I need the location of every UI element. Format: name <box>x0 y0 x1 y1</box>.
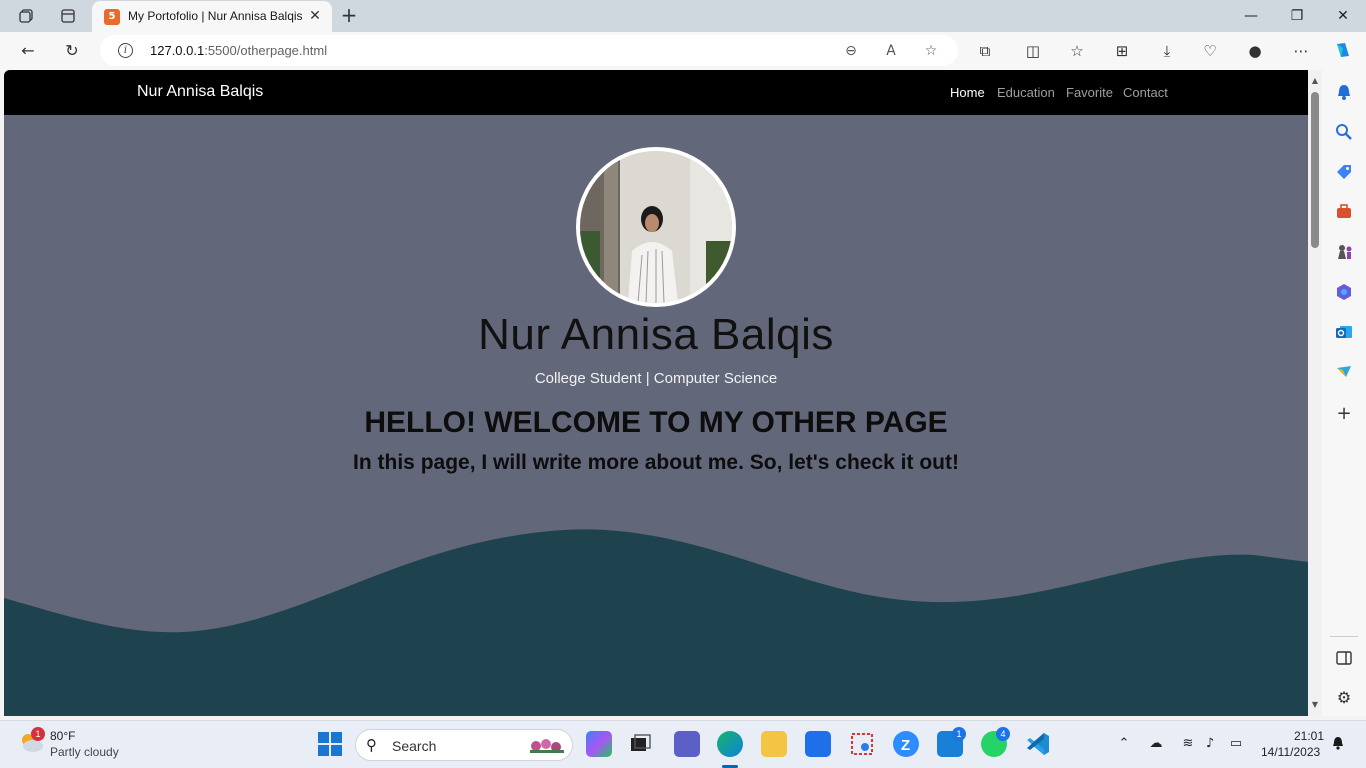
favorite-star-icon[interactable]: ☆ <box>921 41 941 61</box>
taskbar-search-box[interactable]: ⚲ Search <box>355 729 573 761</box>
snipping-tool-icon[interactable] <box>849 731 875 757</box>
welcome-heading: HELLO! WELCOME TO MY OTHER PAGE <box>364 406 948 439</box>
address-bar[interactable]: i 127.0.0.1:5500/otherpage.html ⊖ A ☆ <box>100 35 958 66</box>
edge-sidebar: + ⚙ <box>1322 70 1366 716</box>
minimize-button[interactable]: — <box>1236 4 1266 28</box>
more-options-icon[interactable]: ⋯ <box>1289 40 1313 62</box>
vscode-app-icon[interactable] <box>1025 731 1051 757</box>
battery-icon[interactable]: ▭ <box>1227 735 1245 753</box>
vertical-scrollbar[interactable]: ▲ ▼ <box>1308 70 1322 716</box>
favicon-icon: 5 <box>104 9 120 25</box>
scroll-down-arrow[interactable]: ▼ <box>1310 700 1320 710</box>
site-navbar: Nur Annisa Balqis Home Education Favorit… <box>4 70 1308 115</box>
games-icon[interactable] <box>1334 242 1354 262</box>
taskbar: 1 80°F Partly cloudy ⚲ Search Z 1 4 ⌃ ☁ … <box>0 720 1366 768</box>
read-aloud-icon[interactable]: A <box>881 41 901 61</box>
site-brand[interactable]: Nur Annisa Balqis <box>137 83 263 101</box>
restore-button[interactable]: ❐ <box>1282 4 1312 28</box>
close-window-button[interactable]: ✕ <box>1328 4 1358 28</box>
show-hidden-icons-chevron[interactable]: ⌃ <box>1115 735 1133 753</box>
zoom-out-icon[interactable]: ⊖ <box>841 41 861 61</box>
file-explorer-icon[interactable] <box>761 731 787 757</box>
refresh-button[interactable]: ↻ <box>60 40 84 62</box>
performance-icon[interactable]: ♡ <box>1198 40 1222 62</box>
edge-app-icon[interactable] <box>717 731 743 757</box>
wave-decoration <box>4 529 1308 716</box>
scrollbar-thumb[interactable] <box>1311 92 1319 248</box>
shopping-tag-icon[interactable] <box>1334 162 1354 182</box>
nav-favorite-link[interactable]: Favorite <box>1066 85 1113 100</box>
tab-strip: 5 My Portofolio | Nur Annisa Balqis ✕ + … <box>0 0 1366 32</box>
favorites-icon[interactable]: ☆ <box>1065 40 1089 62</box>
welcome-subheading: In this page, I will write more about me… <box>353 451 959 474</box>
search-highlight-flower-icon <box>530 739 564 753</box>
search-icon: ⚲ <box>366 736 377 754</box>
weather-temperature[interactable]: 80°F <box>50 729 75 743</box>
clock-date[interactable]: 14/11/2023 <box>1261 745 1320 759</box>
notification-bell-icon[interactable] <box>1329 735 1347 753</box>
weather-description[interactable]: Partly cloudy <box>50 745 119 759</box>
microsoft-store-icon[interactable] <box>805 731 831 757</box>
outlook-icon[interactable] <box>1334 322 1354 342</box>
settings-gear-icon[interactable]: ⚙ <box>1334 688 1354 708</box>
microsoft365-icon[interactable] <box>1334 282 1354 302</box>
onedrive-cloud-icon[interactable]: ☁ <box>1147 735 1165 753</box>
active-tab[interactable]: 5 My Portofolio | Nur Annisa Balqis ✕ <box>92 1 332 32</box>
scroll-up-arrow[interactable]: ▲ <box>1310 76 1320 86</box>
downloads-icon[interactable]: ⤓ <box>1155 40 1179 62</box>
profile-photo <box>576 147 736 307</box>
wifi-icon[interactable]: ≋ <box>1179 735 1197 753</box>
tab-actions-icon[interactable] <box>58 6 78 26</box>
profile-icon[interactable]: ● <box>1243 40 1267 62</box>
taskbar-search-label: Search <box>392 738 437 754</box>
tab-title: My Portofolio | Nur Annisa Balqis <box>128 9 303 23</box>
collections-icon[interactable]: ⊞ <box>1110 40 1134 62</box>
mail-badge: 1 <box>952 727 966 741</box>
tools-icon[interactable] <box>1334 202 1354 222</box>
workspaces-icon[interactable] <box>16 6 36 26</box>
nav-contact-link[interactable]: Contact <box>1123 85 1168 100</box>
back-button[interactable]: ← <box>16 40 40 62</box>
close-tab-icon[interactable]: ✕ <box>306 7 324 25</box>
webpage: Nur Annisa Balqis Home Education Favorit… <box>4 70 1308 716</box>
split-screen-icon[interactable]: ◫ <box>1021 40 1045 62</box>
copilot-preview-app-icon[interactable] <box>586 731 612 757</box>
task-view-icon[interactable] <box>627 731 653 757</box>
url-text: 127.0.0.1:5500/otherpage.html <box>150 43 328 58</box>
search-icon[interactable] <box>1334 122 1354 142</box>
nav-education-link[interactable]: Education <box>997 85 1055 100</box>
hero-subtitle: College Student | Computer Science <box>534 370 778 387</box>
nav-home-link[interactable]: Home <box>950 85 985 100</box>
sidebar-divider <box>1330 636 1358 637</box>
windows-start-icon[interactable] <box>317 731 343 757</box>
svg-text:Z: Z <box>901 737 910 754</box>
site-info-icon[interactable]: i <box>118 43 133 58</box>
clock-time[interactable]: 21:01 <box>1294 729 1324 743</box>
drop-icon[interactable] <box>1334 362 1354 382</box>
zoom-app-icon[interactable]: Z <box>893 731 919 757</box>
extensions-icon[interactable]: ⧉ <box>973 40 997 62</box>
whatsapp-badge: 4 <box>996 727 1010 741</box>
volume-icon[interactable]: ♪ <box>1201 735 1219 753</box>
hide-sidebar-icon[interactable] <box>1334 648 1354 668</box>
copilot-icon[interactable] <box>1331 40 1355 62</box>
hero-name: Nur Annisa Balqis <box>478 310 834 359</box>
add-sidebar-app-icon[interactable]: + <box>1334 404 1354 424</box>
weather-alert-badge: 1 <box>31 727 45 741</box>
notifications-icon[interactable] <box>1334 82 1354 102</box>
teams-app-icon[interactable] <box>674 731 700 757</box>
new-tab-button[interactable]: + <box>338 4 360 26</box>
